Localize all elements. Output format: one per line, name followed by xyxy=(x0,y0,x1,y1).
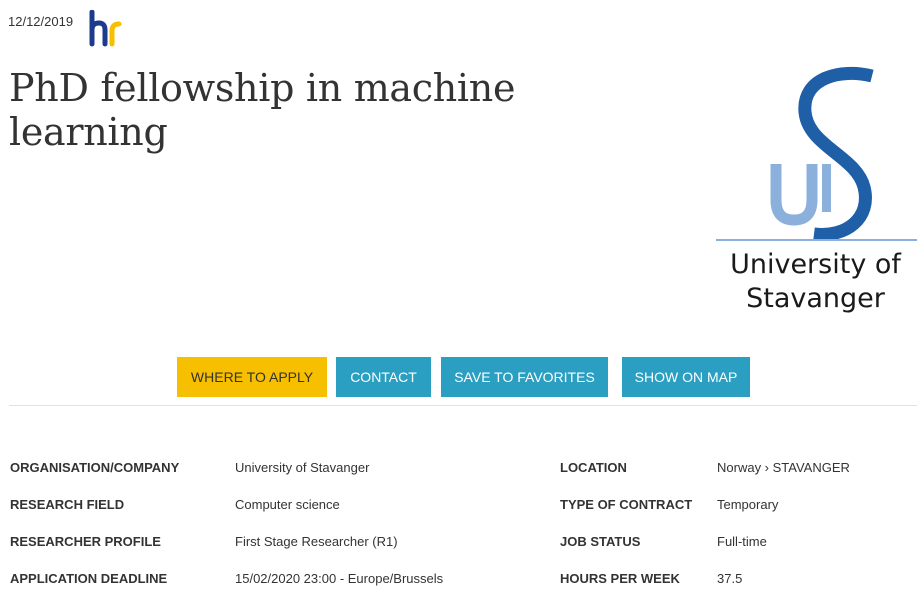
detail-label: ORGANISATION/COMPANY xyxy=(10,460,180,475)
divider xyxy=(9,405,917,406)
contact-button[interactable]: CONTACT xyxy=(336,357,431,397)
details-row: RESEARCHER PROFILE First Stage Researche… xyxy=(0,529,917,555)
detail-value: 37.5 xyxy=(717,571,743,586)
hr-excellence-logo-icon xyxy=(89,10,122,47)
detail-label: TYPE OF CONTRACT xyxy=(560,497,693,512)
detail-label: APPLICATION DEADLINE xyxy=(10,571,168,586)
show-on-map-button[interactable]: SHOW ON MAP xyxy=(622,357,750,397)
save-to-favorites-button[interactable]: SAVE TO FAVORITES xyxy=(441,357,608,397)
page-title: PhD fellowship in machine learning xyxy=(9,66,516,154)
detail-value: Computer science xyxy=(235,497,340,512)
detail-label: LOCATION xyxy=(560,460,627,475)
detail-value: Norway › STAVANGER xyxy=(717,460,850,475)
detail-label: RESEARCH FIELD xyxy=(10,497,125,512)
university-name: University of Stavanger xyxy=(714,248,917,316)
details-row: RESEARCH FIELD Computer science TYPE OF … xyxy=(0,492,917,518)
details-row: ORGANISATION/COMPANY University of Stava… xyxy=(0,455,917,481)
detail-value: 15/02/2020 23:00 - Europe/Brussels xyxy=(235,571,444,586)
detail-value: Temporary xyxy=(717,497,779,512)
detail-label: JOB STATUS xyxy=(560,534,641,549)
where-to-apply-button[interactable]: WHERE TO APPLY xyxy=(177,357,327,397)
detail-label: HOURS PER WEEK xyxy=(560,571,680,586)
detail-value: First Stage Researcher (R1) xyxy=(235,534,398,549)
detail-value: University of Stavanger xyxy=(235,460,370,475)
detail-label: RESEARCHER PROFILE xyxy=(10,534,161,549)
university-name-line1: University of xyxy=(730,249,901,280)
university-name-line2: Stavanger xyxy=(746,283,885,314)
details-row: APPLICATION DEADLINE 15/02/2020 23:00 - … xyxy=(0,566,917,592)
action-buttons: WHERE TO APPLY CONTACT SAVE TO FAVORITES… xyxy=(0,357,917,397)
detail-value: Full-time xyxy=(717,534,767,549)
posting-date: 12/12/2019 xyxy=(8,14,74,29)
